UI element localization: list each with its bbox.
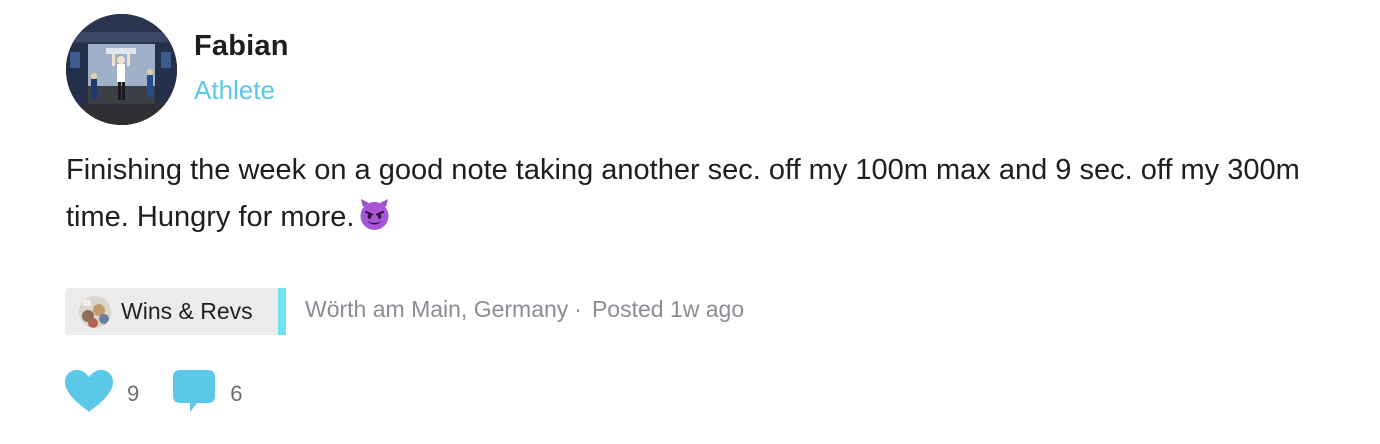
comment-button[interactable]: 6 <box>171 368 243 419</box>
like-count: 9 <box>127 380 140 406</box>
meta-separator: · <box>574 296 582 322</box>
post-card: Fabian Athlete Finishing the week on a g… <box>0 0 1380 444</box>
post-actions: 9 6 <box>64 368 243 419</box>
group-avatar-icon <box>79 295 111 328</box>
group-label: Wins & Revs <box>121 298 253 324</box>
author-role: Athlete <box>194 75 275 105</box>
post-body: Finishing the week on a good note taking… <box>66 154 1300 233</box>
post-meta: Wörth am Main, Germany · Posted 1w ago <box>305 296 744 323</box>
comment-bubble-icon <box>171 368 217 419</box>
group-tag[interactable]: Wins & Revs <box>65 288 286 335</box>
posted-time: Posted 1w ago <box>591 296 745 322</box>
smiling-face-with-horns-icon <box>358 198 391 231</box>
comment-count: 6 <box>230 380 243 406</box>
location-text: Wörth am Main, Germany <box>305 296 569 322</box>
author-name[interactable]: Fabian <box>194 30 289 63</box>
avatar[interactable] <box>66 14 177 125</box>
like-button[interactable]: 9 <box>64 369 139 418</box>
post-text: Finishing the week on a good note taking… <box>66 147 1326 241</box>
heart-icon <box>64 369 114 418</box>
